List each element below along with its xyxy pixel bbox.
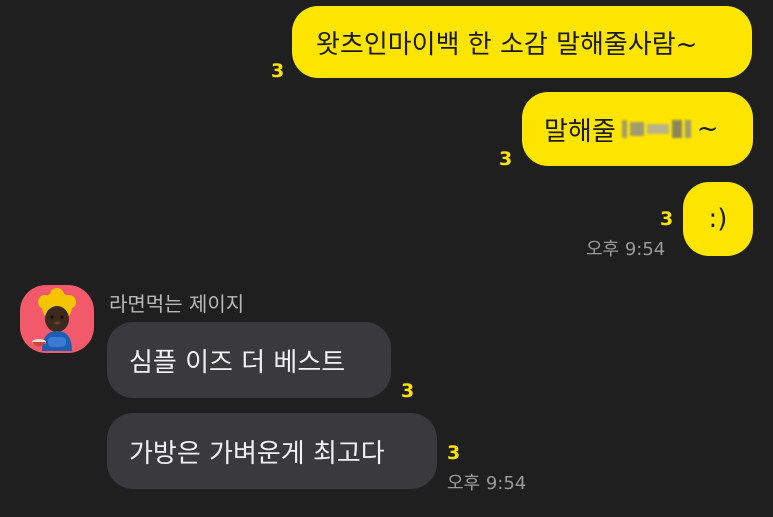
friend-name: 라면먹는 제이지 xyxy=(109,292,245,316)
message-text: :) xyxy=(708,204,728,234)
unread-count: 3 xyxy=(499,148,513,170)
message-timestamp: 오후 9:54 xyxy=(447,473,527,494)
received-message-bubble[interactable]: 가방은 가벼운게 최고다 xyxy=(107,413,437,489)
message-text: 심플 이즈 더 베스트 xyxy=(129,347,346,378)
message-text: 가방은 가벼운게 최고다 xyxy=(129,438,385,469)
message-text-after: ~ xyxy=(696,114,719,144)
unread-count: 3 xyxy=(271,60,285,82)
unread-count: 3 xyxy=(660,208,674,230)
message-text: 왓츠인마이백 한 소감 말해줄사람~ xyxy=(316,29,698,60)
message-timestamp: 오후 9:54 xyxy=(586,239,666,260)
friend-avatar[interactable] xyxy=(20,285,94,353)
message-text-before: 말해줄 xyxy=(544,116,616,147)
received-message-bubble[interactable]: 심플 이즈 더 베스트 xyxy=(107,322,391,398)
redacted-name xyxy=(621,120,691,138)
jay-g-character-icon xyxy=(32,288,76,351)
unread-count: 3 xyxy=(401,380,415,402)
unread-count: 3 xyxy=(447,442,461,464)
sent-message-bubble[interactable]: :) xyxy=(683,182,753,256)
sent-message-bubble[interactable]: 말해줄 ~ xyxy=(522,92,753,166)
sent-message-bubble[interactable]: 왓츠인마이백 한 소감 말해줄사람~ xyxy=(292,6,752,78)
